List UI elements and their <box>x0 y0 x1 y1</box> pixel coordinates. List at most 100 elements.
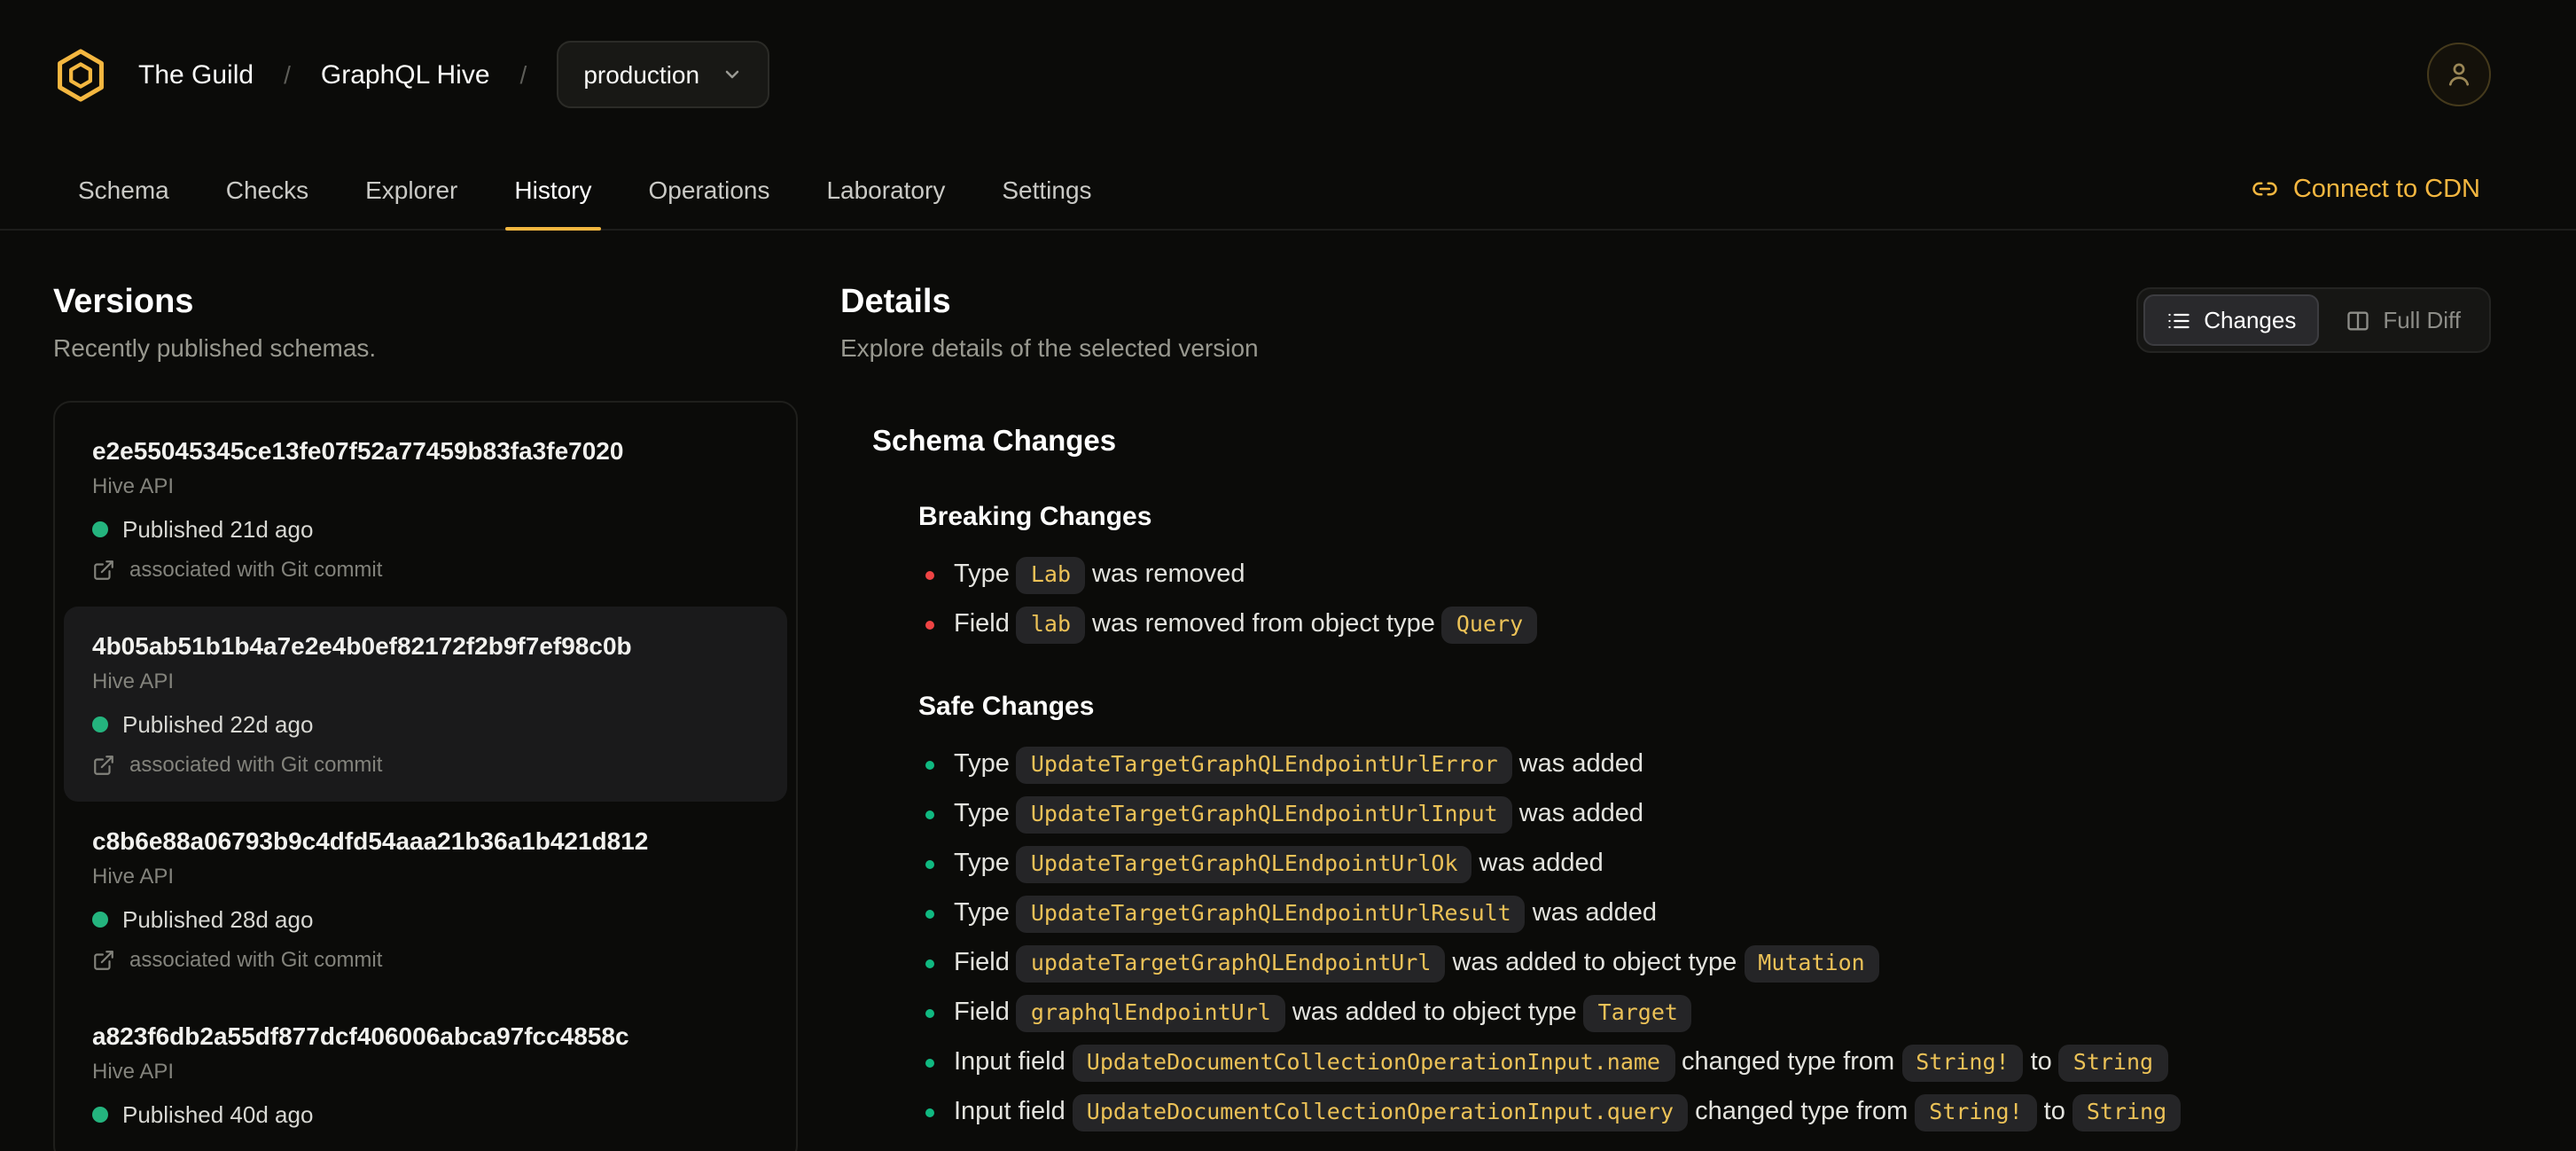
person-icon <box>2443 59 2475 90</box>
change-text: Type <box>954 850 1010 878</box>
change-text: was added to object type <box>1452 949 1737 977</box>
app-header: The Guild / GraphQL Hive / production <box>0 0 2576 149</box>
change-text: was added <box>1518 750 1643 779</box>
version-hash: 4b05ab51b1b4a7e2e4b0ef82172f2b9f7ef98c0b <box>92 631 632 660</box>
hive-logo-icon[interactable] <box>53 47 108 102</box>
change-text: to <box>2043 1098 2065 1126</box>
change-text: changed type from <box>1695 1098 1909 1126</box>
tab-history[interactable]: History <box>489 149 616 231</box>
breadcrumb-separator: / <box>519 60 527 89</box>
change-text: to <box>2030 1048 2052 1077</box>
version-item[interactable]: a823f6db2a55df877dcf406006abca97fcc4858c… <box>64 997 787 1151</box>
code-badge: UpdateTargetGraphQLEndpointUrlResult <box>1016 895 1526 933</box>
change-text: was removed from object type <box>1092 610 1435 638</box>
tab-explorer[interactable]: Explorer <box>340 149 482 229</box>
version-list: e2e55045345ce13fe07f52a77459b83fa3fe7020… <box>53 401 798 1151</box>
external-link-icon <box>92 558 115 581</box>
versions-title: Versions <box>53 284 194 321</box>
schema-changes-sections: Breaking Changes Type Lab was removed Field l… <box>840 502 2491 1137</box>
change-item: Input field UpdateDocumentCollectionOpera… <box>925 1037 2491 1087</box>
connect-cdn-link[interactable]: Connect to CDN <box>2242 173 2491 205</box>
breadcrumb: The Guild / GraphQL Hive / production <box>53 41 769 108</box>
version-published: Published 40d ago <box>122 1101 314 1128</box>
version-hash: a823f6db2a55df877dcf406006abca97fcc4858c <box>92 1022 629 1050</box>
version-published-row: Published 21d ago <box>92 516 759 543</box>
version-published-row: Published 28d ago <box>92 906 759 933</box>
code-badge: Query <box>1441 606 1538 644</box>
published-status-dot-icon <box>92 912 108 928</box>
user-avatar[interactable] <box>2427 43 2491 106</box>
change-text: Input field <box>954 1098 1066 1126</box>
target-selector[interactable]: production <box>557 41 769 108</box>
tab-laboratory[interactable]: Laboratory <box>801 149 970 229</box>
code-badge: String! <box>1915 1093 2037 1131</box>
schema-changes-title: Schema Changes <box>872 426 1117 458</box>
changes-view-toggle[interactable]: Changes <box>2143 294 2320 346</box>
version-git-label: associated with Git commit <box>129 752 383 777</box>
chevron-down-icon <box>721 64 742 85</box>
external-link-icon <box>92 753 115 776</box>
version-item[interactable]: c8b6e88a06793b9c4dfd54aaa21b36a1b421d812… <box>64 802 787 997</box>
breadcrumb-project[interactable]: GraphQL Hive <box>321 59 490 90</box>
code-badge: Mutation <box>1744 944 1879 983</box>
versions-subtitle: Recently published schemas. <box>53 333 377 362</box>
code-badge: UpdateDocumentCollectionOperationInput.q… <box>1072 1093 1689 1131</box>
breadcrumb-org[interactable]: The Guild <box>138 59 254 90</box>
version-published-row: Published 22d ago <box>92 711 759 738</box>
split-columns-icon <box>2346 308 2370 333</box>
code-badge: Lab <box>1016 556 1086 594</box>
change-text: Field <box>954 998 1010 1027</box>
version-published-row: Published 40d ago <box>92 1101 759 1128</box>
version-hash: e2e55045345ce13fe07f52a77459b83fa3fe7020 <box>92 436 624 465</box>
code-badge: lab <box>1016 606 1086 644</box>
change-text: Type <box>954 800 1010 828</box>
versions-panel: Versions Recently published schemas. e2e… <box>53 284 798 1151</box>
tab-checks[interactable]: Checks <box>201 149 333 229</box>
code-badge: UpdateTargetGraphQLEndpointUrlError <box>1016 746 1512 784</box>
change-item: Input field UpdateDocumentCollectionOpera… <box>925 1087 2491 1137</box>
code-badge: String! <box>1901 1044 2024 1082</box>
version-hash: c8b6e88a06793b9c4dfd54aaa21b36a1b421d812 <box>92 826 649 855</box>
external-link-icon <box>92 948 115 971</box>
change-text: changed type from <box>1682 1048 1895 1077</box>
change-text: was removed <box>1092 560 1245 589</box>
change-section-title: Breaking Changes <box>918 502 1152 532</box>
version-service: Hive API <box>92 1059 175 1084</box>
target-selector-value: production <box>583 60 700 89</box>
change-list: Type Lab was removed Field lab was removed fr… <box>918 550 2491 649</box>
published-status-dot-icon <box>92 1107 108 1123</box>
code-badge: Target <box>1583 994 1692 1032</box>
main-nav: Schema Checks Explorer History Operations Lab… <box>0 149 2576 231</box>
tab-settings[interactable]: Settings <box>977 149 1116 229</box>
change-section-title: Safe Changes <box>918 692 1095 722</box>
change-text: Field <box>954 610 1010 638</box>
change-item: Type UpdateTargetGraphQLEndpointUrlResult… <box>925 889 2491 938</box>
change-item: Type UpdateTargetGraphQLEndpointUrlInput w… <box>925 789 2491 839</box>
version-git-row: associated with Git commit <box>92 557 759 582</box>
change-section: Safe Changes Type UpdateTargetGraphQLEndpo… <box>918 692 2491 1137</box>
full-diff-view-toggle[interactable]: Full Diff <box>2322 294 2484 346</box>
code-badge: String <box>2058 1044 2168 1082</box>
change-text: Type <box>954 560 1010 589</box>
change-text: Field <box>954 949 1010 977</box>
details-titles: Details Explore details of the selected … <box>840 284 1259 362</box>
change-item: Type UpdateTargetGraphQLEndpointUrlOk was … <box>925 839 2491 889</box>
nav-tabs: Schema Checks Explorer History Operations Lab… <box>53 149 1117 231</box>
main-content: Versions Recently published schemas. e2e… <box>0 231 2576 1151</box>
app-window: The Guild / GraphQL Hive / production Sc… <box>0 0 2576 1151</box>
full-diff-toggle-label: Full Diff <box>2383 307 2461 333</box>
connect-cdn-label: Connect to CDN <box>2292 175 2480 203</box>
breadcrumb-separator: / <box>284 60 291 89</box>
version-service: Hive API <box>92 474 175 498</box>
tab-schema[interactable]: Schema <box>53 149 194 229</box>
code-badge: UpdateDocumentCollectionOperationInput.n… <box>1072 1044 1674 1082</box>
version-published: Published 21d ago <box>122 516 314 543</box>
change-list: Type UpdateTargetGraphQLEndpointUrlError w… <box>918 740 2491 1137</box>
version-item[interactable]: e2e55045345ce13fe07f52a77459b83fa3fe7020… <box>64 411 787 607</box>
tab-operations[interactable]: Operations <box>624 149 795 229</box>
version-service: Hive API <box>92 669 175 693</box>
version-item[interactable]: 4b05ab51b1b4a7e2e4b0ef82172f2b9f7ef98c0b… <box>64 607 787 802</box>
change-section: Breaking Changes Type Lab was removed Field l… <box>918 502 2491 649</box>
change-text: was added <box>1518 800 1643 828</box>
link-icon <box>2252 176 2279 202</box>
